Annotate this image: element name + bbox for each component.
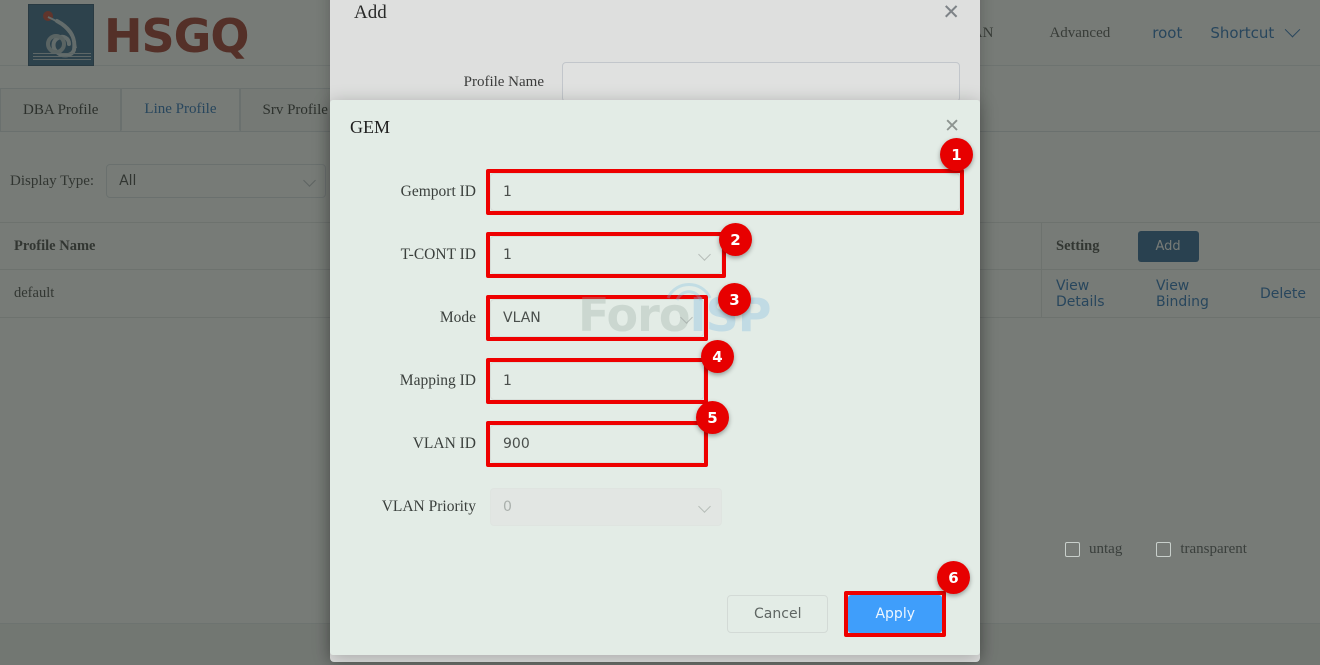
checkbox-box-icon: [1156, 542, 1171, 557]
annotation-box-4: [486, 358, 708, 404]
annotation-badge-5: 5: [696, 401, 729, 434]
transparent-label: transparent: [1180, 541, 1247, 558]
untag-label: untag: [1089, 541, 1122, 558]
mapping-id-value: 1: [503, 373, 512, 389]
vlan-options-checkboxes: untag transparent: [1065, 541, 1247, 558]
vlan-id-input[interactable]: 900: [490, 425, 704, 463]
gemport-id-label: Gemport ID: [330, 183, 490, 201]
chevron-down-icon: [698, 500, 711, 513]
annotation-box-1: [486, 169, 964, 215]
vlan-priority-value: 0: [503, 499, 512, 515]
vlan-priority-label: VLAN Priority: [330, 498, 490, 516]
transparent-checkbox[interactable]: transparent: [1156, 541, 1247, 558]
field-row-vlan-id: VLAN ID 900: [330, 412, 980, 475]
apply-button-wrapper: Apply: [848, 595, 942, 633]
annotation-box-2: [486, 232, 726, 278]
field-row-gemport-id: Gemport ID 1: [330, 160, 980, 223]
gemport-id-value: 1: [503, 184, 512, 200]
annotation-badge-2: 2: [719, 223, 752, 256]
field-row-mapping-id: Mapping ID 1: [330, 349, 980, 412]
tcont-id-value: 1: [503, 247, 512, 263]
chevron-down-icon: [698, 248, 711, 261]
screen-root: HSGQ VLAN Advanced root Shortcut DBA Pro…: [0, 0, 1320, 665]
mode-label: Mode: [330, 309, 490, 327]
apply-button[interactable]: Apply: [848, 595, 942, 633]
tcont-id-select[interactable]: 1: [490, 236, 722, 274]
annotation-badge-1: 1: [940, 138, 973, 171]
mode-select[interactable]: VLAN: [490, 299, 704, 337]
close-icon[interactable]: ✕: [944, 117, 960, 136]
gemport-id-input[interactable]: 1: [490, 173, 960, 211]
vlan-priority-select: 0: [490, 488, 722, 526]
chevron-down-icon: [680, 311, 693, 324]
vlan-id-label: VLAN ID: [330, 435, 490, 453]
cancel-button[interactable]: Cancel: [727, 595, 828, 633]
mode-value: VLAN: [503, 310, 541, 326]
tcont-id-label: T-CONT ID: [330, 246, 490, 264]
field-row-tcont-id: T-CONT ID 1: [330, 223, 980, 286]
gem-form: Gemport ID 1 T-CONT ID 1 Mode VL: [330, 160, 980, 538]
untag-checkbox[interactable]: untag: [1065, 541, 1122, 558]
gem-dialog: GEM ✕ ForoISP Gemport ID 1 T-CONT ID: [330, 100, 980, 655]
checkbox-box-icon: [1065, 542, 1080, 557]
annotation-badge-6: 6: [937, 561, 970, 594]
field-row-mode: Mode VLAN: [330, 286, 980, 349]
mapping-id-input[interactable]: 1: [490, 362, 704, 400]
field-row-vlan-priority: VLAN Priority 0: [330, 475, 980, 538]
annotation-badge-4: 4: [701, 340, 734, 373]
mapping-id-label: Mapping ID: [330, 372, 490, 390]
vlan-id-value: 900: [503, 436, 530, 452]
annotation-badge-3: 3: [718, 283, 751, 316]
gem-dialog-title: GEM: [350, 117, 390, 138]
gem-dialog-footer: Cancel Apply: [330, 595, 980, 633]
